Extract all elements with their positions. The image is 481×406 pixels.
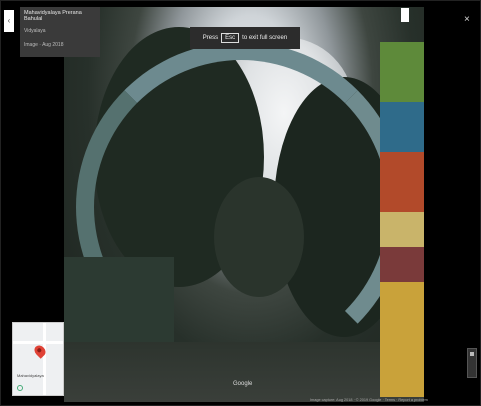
pegman-icon[interactable] — [17, 385, 23, 391]
street-view-viewer[interactable]: ‹ Mahavidyalaya Prerana Bahulal Vidyalay… — [0, 0, 481, 406]
place-title[interactable]: Mahavidyalaya Prerana Bahulal — [24, 10, 96, 22]
banner-purple — [380, 247, 424, 282]
minimap-label: Mahavidyalaya — [17, 373, 44, 378]
place-subtitle: Vidyalaya — [24, 28, 46, 34]
minimap-road — [13, 341, 63, 344]
image-date: Image · Aug 2018 — [24, 42, 64, 48]
back-button[interactable]: ‹ — [4, 10, 14, 32]
building-wall — [64, 257, 174, 347]
prompt-suffix-text: to exit full screen — [242, 35, 288, 41]
banner-yellow — [380, 282, 424, 397]
minimap[interactable]: Mahavidyalaya — [12, 322, 64, 396]
ground — [64, 342, 424, 402]
footer-links[interactable]: Image capture: Aug 2018 · © 2019 Google … — [310, 398, 428, 402]
fullscreen-prompt: Press Esc to exit full screen — [190, 27, 300, 49]
minimap-road — [43, 323, 46, 395]
location-info-card[interactable]: Mahavidyalaya Prerana Bahulal Vidyalaya … — [20, 7, 100, 57]
banner-top — [380, 42, 424, 102]
esc-key-badge: Esc — [221, 33, 240, 43]
panorama-photo[interactable] — [64, 7, 424, 402]
chevron-left-icon: ‹ — [7, 16, 11, 25]
prompt-press-text: Press — [202, 35, 219, 41]
zoom-control[interactable] — [467, 348, 477, 378]
banner-red — [380, 152, 424, 212]
photo-credit: Google — [233, 381, 253, 387]
viewer-corner-control[interactable] — [401, 8, 409, 22]
close-icon[interactable]: × — [464, 14, 470, 25]
banner-cream — [380, 212, 424, 247]
banner-blue — [380, 102, 424, 152]
